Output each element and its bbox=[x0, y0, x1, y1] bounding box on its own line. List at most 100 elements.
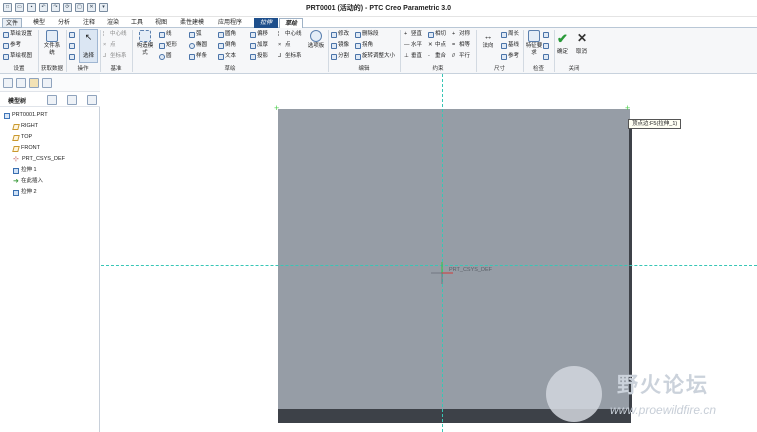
tab-sketch[interactable]: 草绘 bbox=[279, 18, 303, 28]
equal-constraint-button[interactable]: = 相等 bbox=[452, 41, 470, 50]
vertical-constraint-button[interactable]: + 竖直 bbox=[404, 30, 422, 39]
symmetric-constraint-button[interactable]: + 对称 bbox=[452, 30, 470, 39]
ok-button[interactable]: 确定 bbox=[557, 48, 568, 57]
fillet-button[interactable]: 圆角 bbox=[218, 30, 236, 39]
tree-columns-icon[interactable] bbox=[87, 95, 97, 105]
spline-button[interactable]: 样条 bbox=[189, 52, 207, 61]
tab-annotate[interactable]: 注释 bbox=[80, 18, 98, 28]
mirror-button[interactable]: 镜像 bbox=[331, 41, 349, 50]
tab-applications[interactable]: 应用程序 bbox=[214, 18, 246, 28]
inspect-tool-1[interactable] bbox=[543, 30, 549, 39]
ellipse-button[interactable]: 椭圆 bbox=[189, 41, 207, 50]
ok-check-icon[interactable]: ✔ bbox=[557, 31, 568, 47]
tab-extrude[interactable]: 拉伸 bbox=[254, 18, 278, 28]
select-button[interactable]: ↖ 选择 bbox=[79, 29, 98, 63]
csys-triad-icon bbox=[431, 262, 453, 284]
csys-icon: ⅃ bbox=[103, 53, 107, 59]
corner-button[interactable]: 拐角 bbox=[355, 41, 373, 50]
normal-dimension-button[interactable]: ↔ 法向 bbox=[478, 30, 498, 50]
group-label-setup[interactable]: 设置 bbox=[2, 65, 36, 73]
tree-item-part[interactable]: PRT0001.PRT bbox=[4, 111, 48, 120]
tab-render[interactable]: 渲染 bbox=[104, 18, 122, 28]
delete-segment-button[interactable]: 删除段 bbox=[355, 30, 379, 39]
perpendicular-constraint-button[interactable]: ⊥ 垂直 bbox=[404, 52, 422, 61]
inspect-tool-2[interactable] bbox=[543, 41, 549, 50]
parallel-constraint-button[interactable]: //平行 bbox=[452, 52, 470, 61]
cut-icon[interactable] bbox=[69, 30, 75, 39]
datum-centerline-button[interactable]: ¦ 中心线 bbox=[103, 30, 127, 39]
group-label-dimension[interactable]: 尺寸 bbox=[476, 65, 523, 73]
favorites-tab-icon[interactable] bbox=[42, 78, 52, 88]
chamfer-button[interactable]: 倒角 bbox=[218, 41, 236, 50]
palette-icon bbox=[310, 30, 322, 42]
file-system-button[interactable]: 文件系统 bbox=[42, 30, 62, 57]
sketch-centerline-button[interactable]: ¦ 中心线 bbox=[278, 30, 302, 39]
tab-model[interactable]: 模型 bbox=[30, 18, 48, 28]
coincident-icon: - bbox=[428, 53, 430, 59]
perpendicular-icon: ⊥ bbox=[404, 53, 409, 59]
tab-flexible-modeling[interactable]: 柔性建模 bbox=[176, 18, 208, 28]
datum-csys-button[interactable]: ⅃ 坐标系 bbox=[103, 52, 127, 61]
tangent-constraint-button[interactable]: 相切 bbox=[428, 30, 446, 39]
reference-dimension-button[interactable]: 参考 bbox=[501, 52, 519, 61]
group-label-constrain[interactable]: 约束 bbox=[400, 65, 476, 73]
feature-requirements-button[interactable]: 特征要求 bbox=[524, 30, 544, 57]
baseline-button[interactable]: 基线 bbox=[501, 41, 519, 50]
model-tree-tab-icon[interactable] bbox=[16, 78, 26, 88]
sketch-setup-icon bbox=[3, 31, 9, 38]
tree-item-insert-here[interactable]: ➜ 在此插入 bbox=[13, 177, 43, 186]
project-button[interactable]: 投影 bbox=[250, 52, 268, 61]
watermark-title: 野火论坛 bbox=[617, 373, 709, 397]
sketch-point-button[interactable]: × 点 bbox=[278, 41, 291, 50]
group-label-get-data[interactable]: 获取数据 bbox=[38, 65, 66, 73]
tab-file[interactable]: 文件 bbox=[2, 18, 22, 28]
tab-analysis[interactable]: 分析 bbox=[55, 18, 73, 28]
tree-item-csys[interactable]: ⊹ PRT_CSYS_DEF bbox=[13, 155, 65, 164]
perimeter-button[interactable]: 周长 bbox=[501, 30, 519, 39]
group-label-inspect[interactable]: 检查 bbox=[523, 65, 554, 73]
arc-button[interactable]: 弧 bbox=[189, 30, 202, 39]
paste-icon[interactable] bbox=[69, 52, 75, 61]
cancel-button[interactable]: 取消 bbox=[576, 48, 587, 57]
tab-view[interactable]: 视图 bbox=[152, 18, 170, 28]
line-button[interactable]: 线 bbox=[159, 30, 172, 39]
ellipse-icon bbox=[189, 42, 195, 49]
shade-closed-loops-icon bbox=[543, 42, 549, 49]
sketch-setup-button[interactable]: 草绘设置 bbox=[3, 30, 32, 39]
tab-tools[interactable]: 工具 bbox=[128, 18, 146, 28]
rotate-resize-button[interactable]: 旋转调整大小 bbox=[355, 52, 395, 61]
group-label-operations[interactable]: 操作 bbox=[66, 65, 100, 73]
tree-item-front[interactable]: FRONT bbox=[12, 144, 40, 153]
inspect-tool-3[interactable] bbox=[543, 52, 549, 61]
tree-item-extrude-2[interactable]: 拉伸 2 bbox=[13, 188, 37, 197]
divide-button[interactable]: 分割 bbox=[331, 52, 349, 61]
navigator-toggle-icon[interactable] bbox=[3, 78, 13, 88]
horizontal-constraint-button[interactable]: — 水平 bbox=[404, 41, 422, 50]
tree-settings-icon[interactable] bbox=[67, 95, 77, 105]
thicken-button[interactable]: 加厚 bbox=[250, 41, 268, 50]
tree-item-extrude-1[interactable]: 拉伸 1 bbox=[13, 166, 37, 175]
datum-point-button[interactable]: × 点 bbox=[103, 41, 116, 50]
folder-browser-tab-icon[interactable] bbox=[29, 78, 39, 88]
circle-button[interactable]: 圆 bbox=[159, 52, 172, 61]
sketch-csys-button[interactable]: ⅃ 坐标系 bbox=[278, 52, 302, 61]
centerline-icon: ¦ bbox=[278, 31, 280, 37]
midpoint-constraint-button[interactable]: ✕ 中点 bbox=[428, 41, 446, 50]
cancel-x-icon[interactable]: ✕ bbox=[577, 31, 587, 45]
offset-button[interactable]: 偏移 bbox=[250, 30, 268, 39]
tree-item-right[interactable]: RIGHT bbox=[12, 122, 38, 131]
references-button[interactable]: 参考 bbox=[3, 41, 21, 50]
coincident-constraint-button[interactable]: - 重合 bbox=[428, 52, 446, 61]
rectangle-button[interactable]: 矩形 bbox=[159, 41, 177, 50]
construction-mode-icon bbox=[139, 30, 151, 42]
construction-mode-button[interactable]: 构造模式 bbox=[135, 30, 155, 57]
tree-item-top[interactable]: TOP bbox=[12, 133, 32, 142]
sketch-view-button[interactable]: 草绘视图 bbox=[3, 52, 32, 61]
copy-icon[interactable] bbox=[69, 41, 75, 50]
modify-button[interactable]: 修改 bbox=[331, 30, 349, 39]
tree-filter-icon[interactable] bbox=[47, 95, 57, 105]
palette-button[interactable]: 选项板 bbox=[306, 30, 326, 50]
arc-icon bbox=[189, 31, 195, 38]
text-button[interactable]: 文本 bbox=[218, 52, 236, 61]
watermark-logo bbox=[546, 366, 602, 422]
